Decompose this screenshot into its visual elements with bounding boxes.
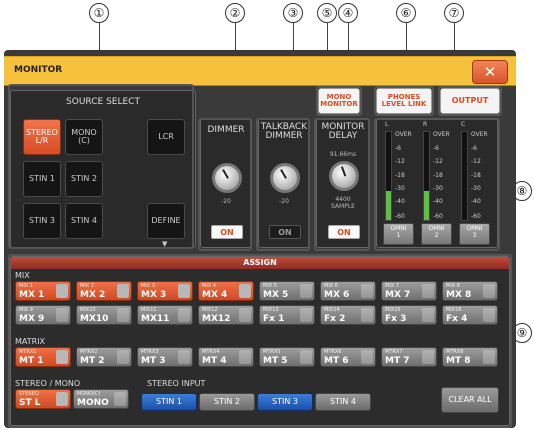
callout-7: ⑦ <box>444 3 464 23</box>
close-button[interactable]: ✕ <box>472 60 508 84</box>
highlight-meters <box>374 118 500 251</box>
monitor-screen: ① ② ③ ⑤ ④ ⑥ ⑦ ⑧ ⑨ MONITOR ✕ SOURCE SELEC… <box>0 0 534 430</box>
highlight-monitor-delay <box>314 118 370 251</box>
callout-2: ② <box>225 3 245 23</box>
callout-5: ⑤ <box>317 3 337 23</box>
highlight-assign <box>8 254 512 428</box>
callout-1: ① <box>89 3 109 23</box>
highlight-output <box>438 86 502 116</box>
title-bar: MONITOR ✕ <box>4 56 516 86</box>
highlight-dimmer <box>198 118 252 251</box>
highlight-talkback <box>256 118 310 251</box>
highlight-mono-monitor <box>316 86 362 116</box>
callout-3: ③ <box>283 3 303 23</box>
highlight-source-select <box>8 84 194 249</box>
callout-6: ⑥ <box>396 3 416 23</box>
highlight-phones-link <box>374 86 434 116</box>
callout-4: ④ <box>338 3 358 23</box>
window-title: MONITOR <box>14 65 63 75</box>
